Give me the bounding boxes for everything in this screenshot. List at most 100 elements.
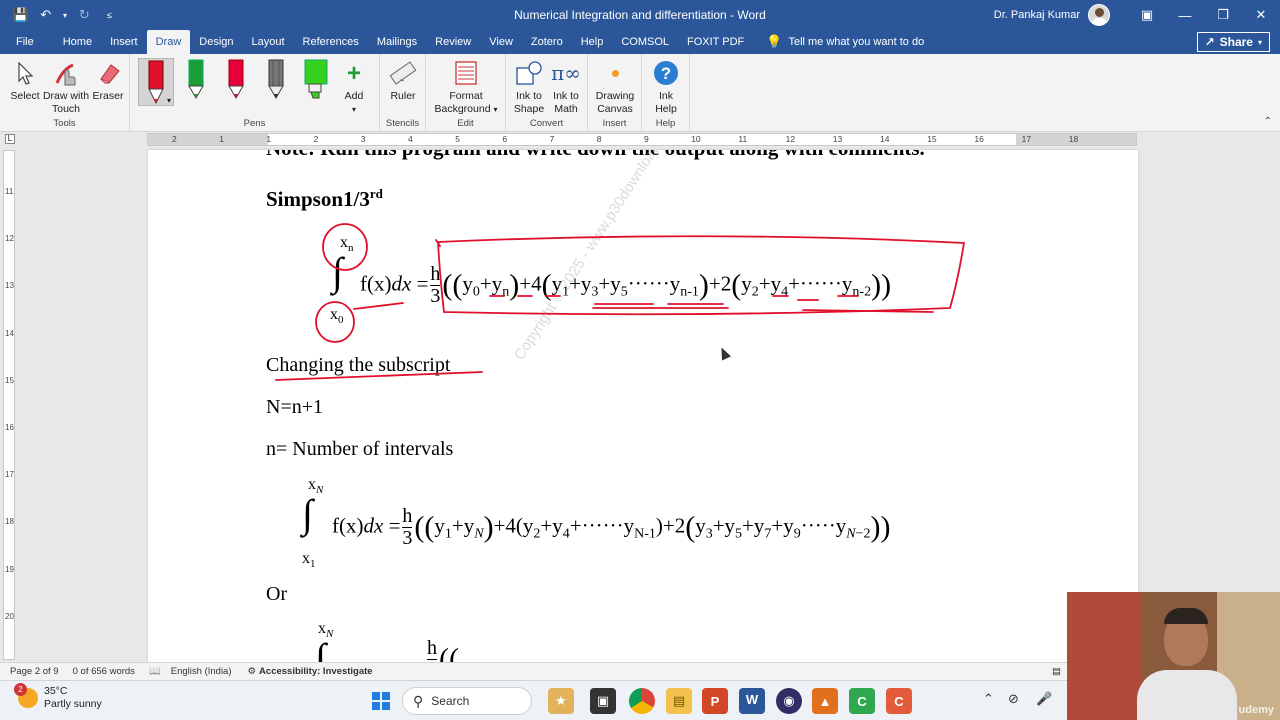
tell-me-search[interactable]: 💡 Tell me what you want to do [757, 30, 933, 54]
user-name[interactable]: Dr. Pankaj Kumar [994, 9, 1080, 21]
taskbar-file-explorer[interactable]: ▤ [666, 688, 692, 714]
chevron-down-icon: ▾ [493, 105, 498, 114]
heading-changing-subscript: Changing the subscript [266, 354, 451, 376]
eraser-button[interactable]: Eraser [90, 58, 126, 103]
tab-help[interactable]: Help [572, 30, 613, 54]
pen-magenta[interactable] [218, 58, 254, 106]
pens-group-label: Pens [243, 118, 266, 129]
add-dropdown-icon: ▾ [351, 105, 356, 114]
heading-simpson: Simpson1/3rd [266, 186, 383, 212]
tab-design[interactable]: Design [190, 30, 242, 54]
ink-help-label-2: Help [655, 103, 677, 115]
question-icon: ? [648, 58, 684, 88]
group-tools: Select Draw with Touch Eraser Tools [0, 54, 130, 132]
ruler-tick-label: 5 [455, 134, 460, 144]
ink-to-shape-icon [510, 58, 548, 88]
page-count[interactable]: Page 2 of 9 [10, 666, 59, 677]
tab-references[interactable]: References [294, 30, 368, 54]
minimize-button[interactable]: — [1166, 0, 1204, 30]
tab-comsol[interactable]: COMSOL [612, 30, 678, 54]
horizontal-ruler[interactable]: 2 1 1 2 3 4 5 6 7 8 9 10 11 12 13 14 15 16 17 18 [147, 133, 1137, 146]
cut-off-note: Note: Run this program and write down th… [266, 150, 925, 161]
document-page[interactable]: Note: Run this program and write down th… [148, 150, 1138, 662]
search-icon: ⚲ [413, 692, 424, 709]
tab-file[interactable]: File [0, 30, 54, 54]
taskbar-word[interactable]: W [739, 688, 765, 714]
ruler-tick-label: 11 [738, 134, 748, 144]
pen-green[interactable] [178, 58, 214, 106]
weather-widget[interactable]: 2 35°C Partly sunny [14, 683, 102, 711]
draw-with-touch-button[interactable]: Draw with Touch [40, 58, 92, 116]
red-pen-icon [148, 60, 164, 105]
taskbar-obs[interactable]: ◉ [776, 688, 802, 714]
tab-mailings[interactable]: Mailings [368, 30, 426, 54]
ruler-tick-label: 12 [785, 134, 796, 144]
taskbar-matlab[interactable]: ▲ [812, 688, 838, 714]
tab-view[interactable]: View [480, 30, 522, 54]
vertical-ruler-tick-label: 15 [5, 375, 14, 385]
pen-dropdown-icon[interactable]: ▾ [167, 96, 171, 105]
tab-insert[interactable]: Insert [101, 30, 147, 54]
start-button[interactable] [368, 688, 394, 714]
ruler-tick-label: 1 [266, 134, 272, 144]
edit-group-label: Edit [457, 118, 474, 129]
collapse-ribbon-icon[interactable]: ⌃ [1264, 116, 1272, 127]
network-icon[interactable]: ⊘ [1008, 691, 1019, 707]
vertical-ruler-tick-label: 11 [5, 187, 14, 196]
microphone-icon[interactable]: 🎤 [1036, 691, 1052, 707]
undo-dropdown-icon[interactable]: ▾ [60, 4, 70, 26]
stencils-group-label: Stencils [385, 118, 420, 129]
select-button[interactable]: Select [8, 58, 42, 103]
ink-to-math-button[interactable]: π∞ Ink to Math [548, 58, 584, 116]
customize-toolbar-icon[interactable]: ≤ [99, 4, 120, 26]
tab-layout[interactable]: Layout [243, 30, 294, 54]
accessibility-status[interactable]: Accessibility: Investigate [259, 666, 373, 677]
draw-touch-label-2: Touch [51, 103, 81, 115]
ruler-tick-label: 6 [502, 134, 508, 144]
weather-condition: Partly sunny [44, 698, 102, 710]
close-button[interactable]: ✕ [1242, 0, 1280, 30]
redo-icon[interactable]: ↻ [74, 4, 95, 26]
webcam-overlay: udemy [1067, 592, 1280, 720]
pen-pencil-gray[interactable] [258, 58, 294, 106]
pen-highlighter-green[interactable] [298, 58, 334, 106]
taskbar-task-view[interactable]: ▣ [590, 688, 616, 714]
format-bg-label-1: Format [449, 90, 483, 102]
ink-to-shape-button[interactable]: Ink to Shape [510, 58, 548, 116]
tab-draw[interactable]: Draw [146, 30, 191, 54]
ruler-button[interactable]: Ruler [386, 58, 420, 103]
taskbar-camtasia-green[interactable]: C [849, 688, 875, 714]
watermark-text: Copyright © 2025 - www.p30download.com [510, 150, 682, 364]
ribbon-draw: Select Draw with Touch Eraser Tools ▾ + … [0, 54, 1280, 132]
word-count[interactable]: 0 of 656 words [73, 666, 135, 677]
proofing-icon[interactable]: 📖 [149, 666, 161, 677]
webcam-background-wall [1067, 592, 1142, 720]
format-background-button[interactable]: Format Background ▾ [430, 58, 502, 116]
focus-mode-icon[interactable]: ▤ [1052, 666, 1061, 677]
add-pen-button[interactable]: + Add ▾ [338, 58, 370, 116]
user-avatar[interactable] [1088, 4, 1110, 26]
tab-review[interactable]: Review [426, 30, 480, 54]
tab-foxit-pdf[interactable]: FOXIT PDF [678, 30, 753, 54]
share-button[interactable]: ↗ Share ▾ [1196, 32, 1270, 52]
save-icon[interactable]: 💾 [10, 4, 31, 26]
drawing-canvas-button[interactable]: Drawing Canvas [592, 58, 638, 116]
taskbar-chrome[interactable] [629, 688, 655, 714]
ink-help-button[interactable]: ? Ink Help [648, 58, 684, 116]
language-indicator[interactable]: English (India) [171, 666, 232, 677]
taskbar-search[interactable]: ⚲ Search [402, 687, 532, 715]
taskbar-widget-app[interactable]: ★ [548, 688, 574, 714]
tab-zotero[interactable]: Zotero [522, 30, 572, 54]
taskbar-camtasia-red[interactable]: C [886, 688, 912, 714]
or-text: Or [266, 583, 288, 605]
tray-chevron-icon[interactable]: ⌃ [983, 691, 994, 707]
pen-red[interactable]: ▾ [138, 58, 174, 106]
taskbar-powerpoint[interactable]: P [702, 688, 728, 714]
vertical-ruler[interactable]: 11 12 13 14 15 16 17 18 19 20 [3, 150, 15, 660]
restore-button[interactable]: ❐ [1204, 0, 1242, 30]
tab-selector[interactable]: L [5, 134, 15, 144]
ink-help-label-1: Ink [658, 90, 673, 102]
undo-icon[interactable]: ↶ [35, 4, 56, 26]
tab-home[interactable]: Home [54, 30, 101, 54]
ribbon-display-options-icon[interactable]: ▣ [1128, 0, 1166, 30]
